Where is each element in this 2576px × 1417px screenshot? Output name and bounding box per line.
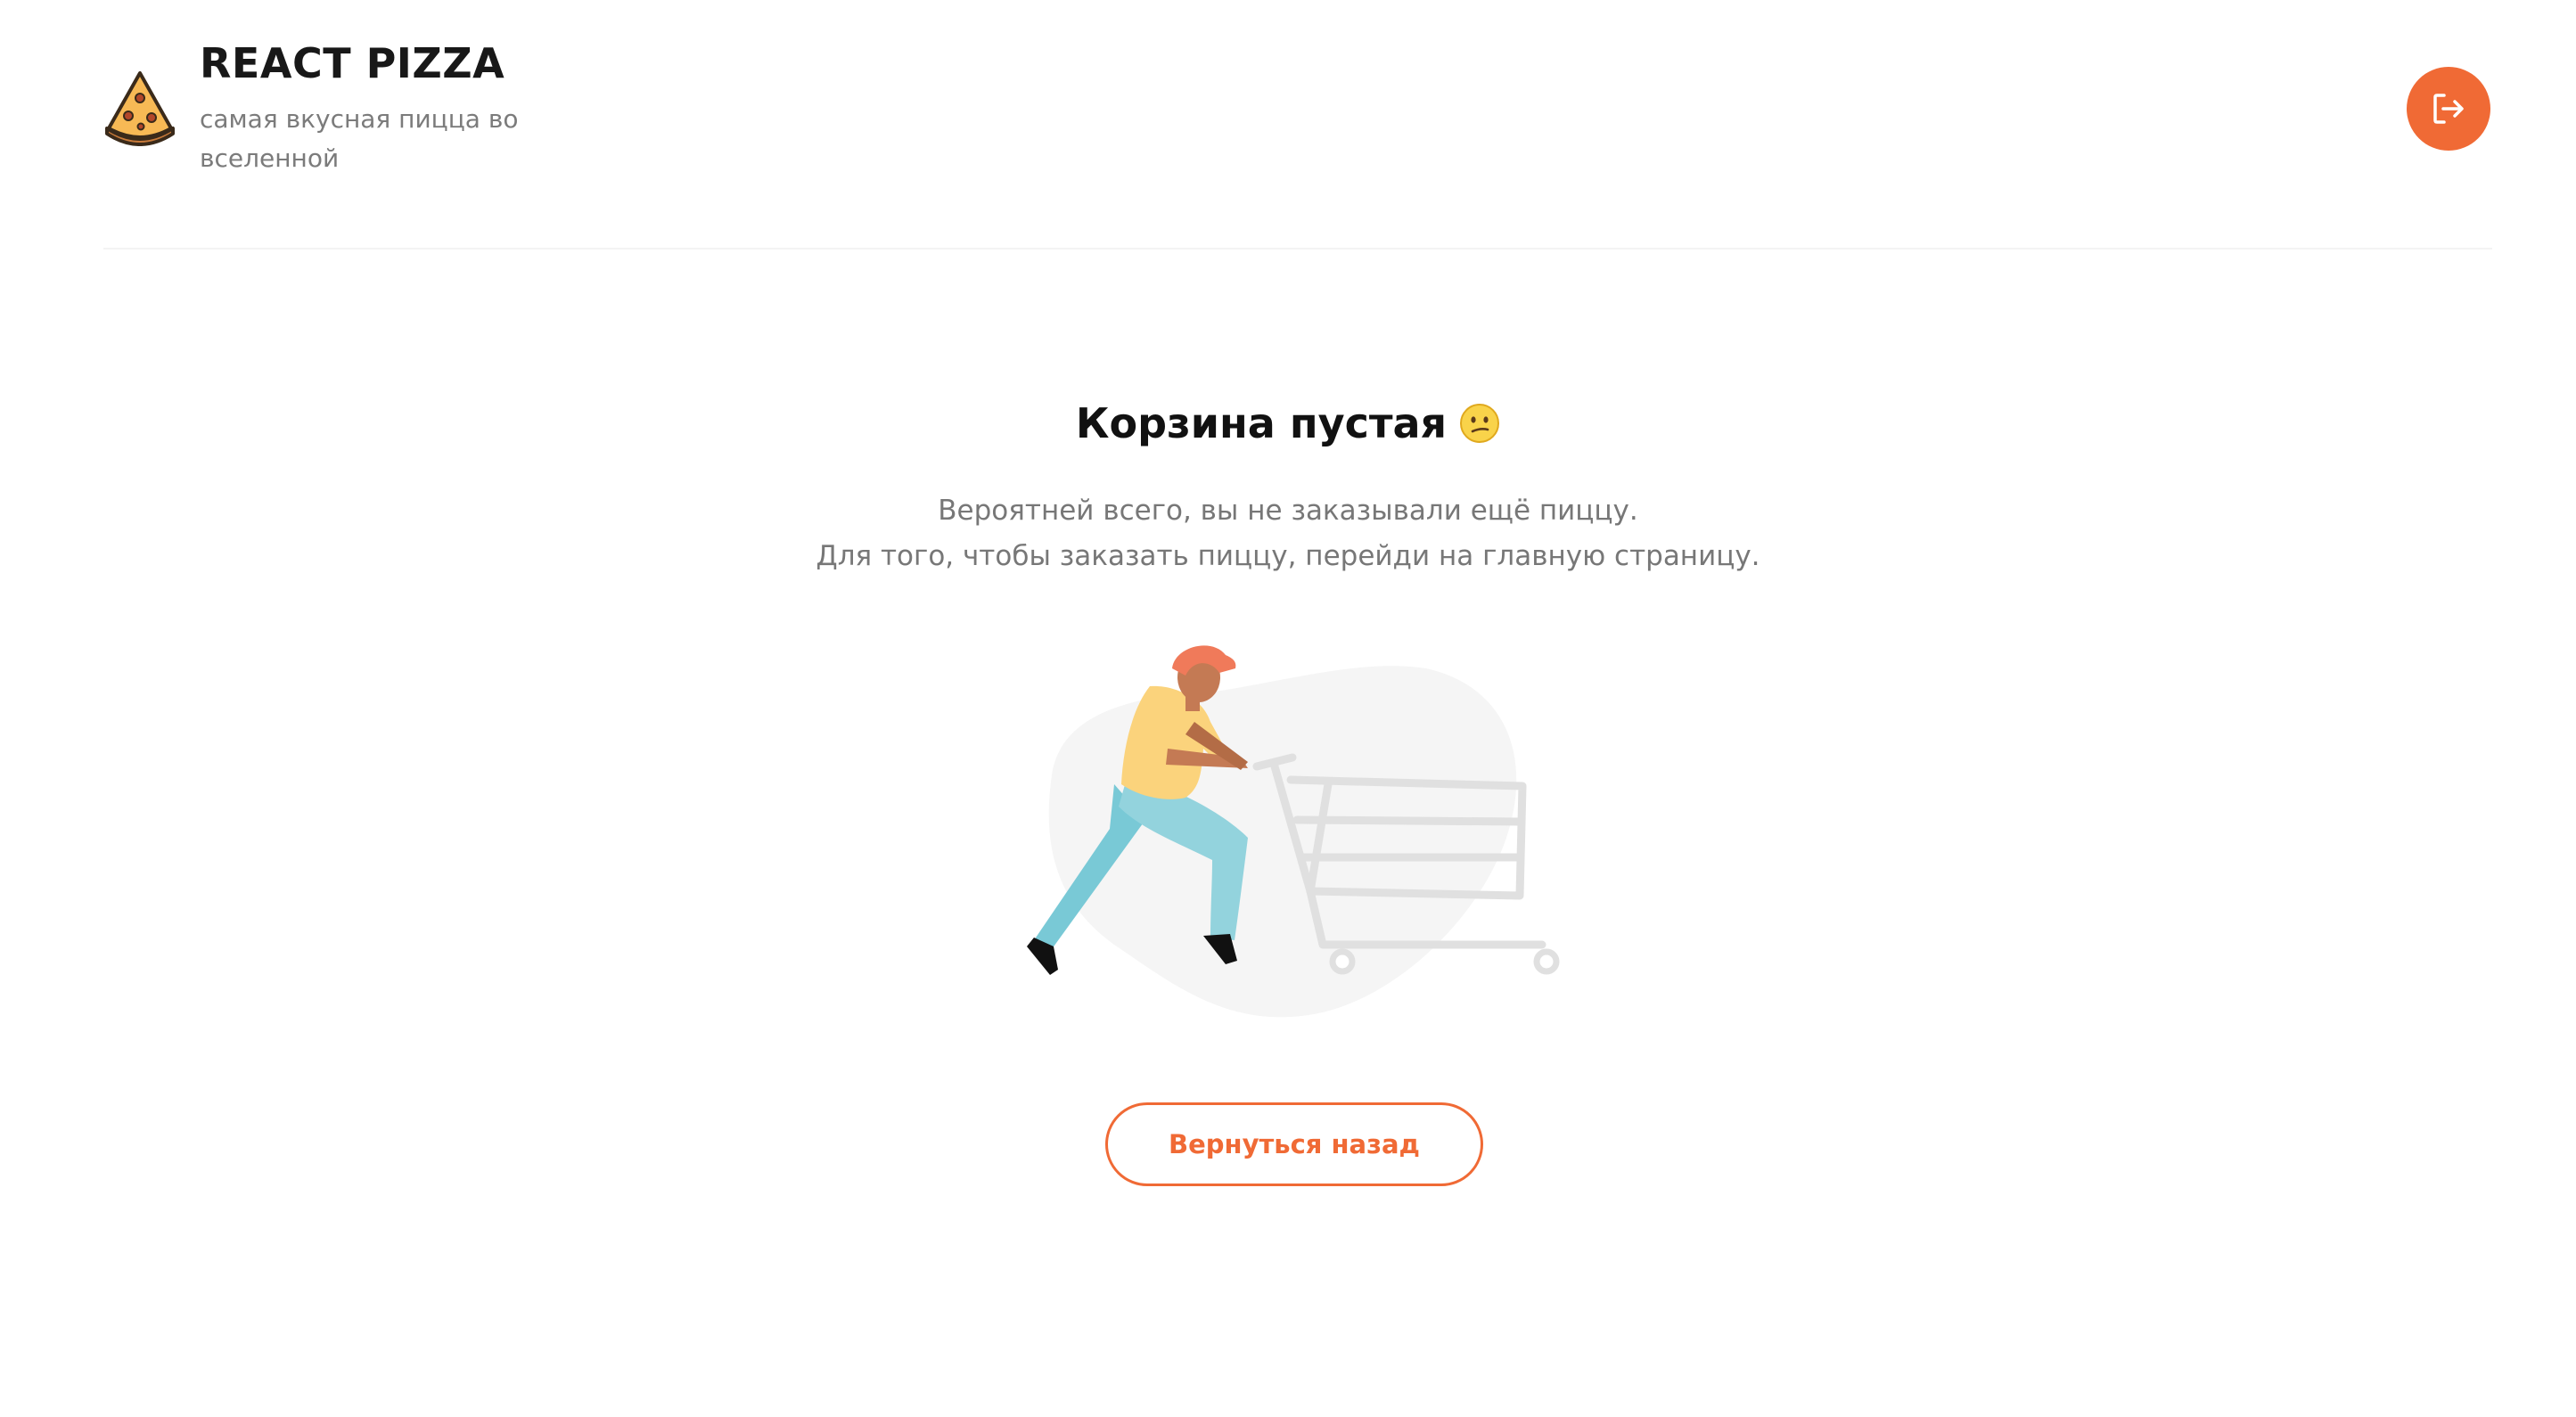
cart-empty-title-text: Корзина пустая [1075,399,1448,447]
confused-face-icon [1460,404,1500,443]
header: REACT PIZZA самая вкусная пицца во вселе… [103,0,2492,250]
back-button[interactable]: Вернуться назад [1105,1102,1483,1186]
cart-empty-description-line1: Вероятней всего, вы не заказывали ещё пи… [938,495,1638,527]
logout-icon [2433,94,2464,124]
brand-title[interactable]: REACT PIZZA [200,39,505,87]
empty-cart-illustration [1027,645,1560,1018]
cart-empty-description-line2: Для того, чтобы заказать пиццу, перейди … [816,540,1760,572]
cart-empty-title: Корзина пустая [1076,383,1500,463]
header-divider [103,248,2492,250]
cart-empty-description: Вероятней всего, вы не заказывали ещё пи… [0,488,2576,579]
logout-button[interactable] [2407,67,2490,151]
brand-subtitle: самая вкусная пицца во вселенной [200,104,519,173]
empty-cart-section: Корзина пустая Вероятней всего, вы не за… [0,383,2576,579]
pizza-slice-icon[interactable] [103,70,176,146]
